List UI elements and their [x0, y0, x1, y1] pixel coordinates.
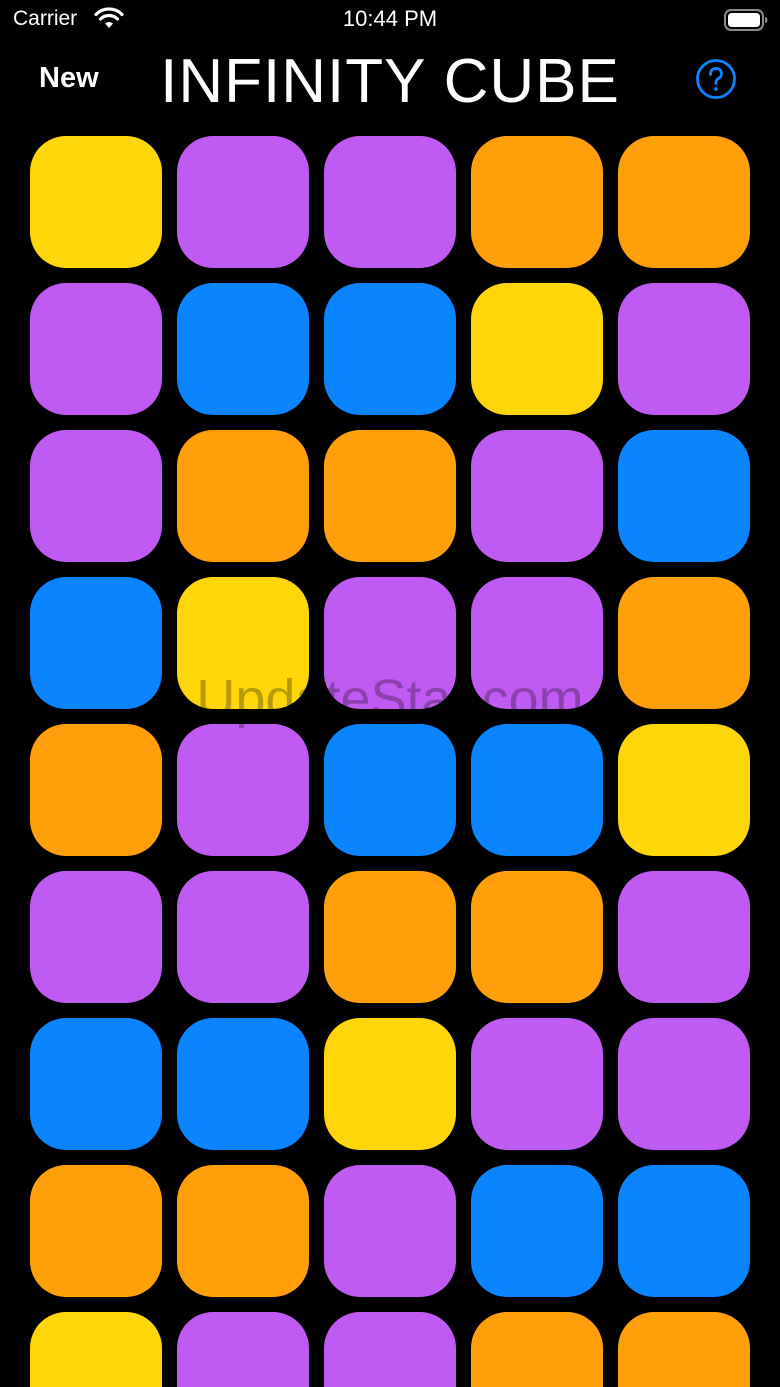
tile-purple[interactable]: [618, 283, 750, 415]
status-bar: Carrier 10:44 PM: [0, 0, 780, 40]
tile-purple[interactable]: [618, 1018, 750, 1150]
tile-yellow[interactable]: [177, 577, 309, 709]
tile-orange[interactable]: [471, 136, 603, 268]
tile-blue[interactable]: [618, 1165, 750, 1297]
tile-purple[interactable]: [618, 871, 750, 1003]
tile-yellow[interactable]: [471, 283, 603, 415]
battery-icon: [724, 9, 768, 31]
tile-orange[interactable]: [471, 1312, 603, 1387]
tile-orange[interactable]: [177, 430, 309, 562]
tile-blue[interactable]: [324, 283, 456, 415]
tile-purple[interactable]: [177, 871, 309, 1003]
tile-purple[interactable]: [324, 1165, 456, 1297]
nav-bar: New INFINITY CUBE: [0, 40, 780, 124]
tile-orange[interactable]: [324, 430, 456, 562]
tile-orange[interactable]: [618, 577, 750, 709]
tile-orange[interactable]: [30, 724, 162, 856]
tile-orange[interactable]: [324, 871, 456, 1003]
tile-yellow[interactable]: [30, 136, 162, 268]
tile-purple[interactable]: [177, 136, 309, 268]
tile-blue[interactable]: [30, 577, 162, 709]
tile-purple[interactable]: [324, 136, 456, 268]
tile-purple[interactable]: [471, 577, 603, 709]
tile-orange[interactable]: [471, 871, 603, 1003]
game-board: [30, 136, 750, 1387]
tile-orange[interactable]: [618, 136, 750, 268]
tile-purple[interactable]: [177, 1312, 309, 1387]
tile-blue[interactable]: [177, 283, 309, 415]
tile-purple[interactable]: [177, 724, 309, 856]
tile-blue[interactable]: [177, 1018, 309, 1150]
tile-blue[interactable]: [324, 724, 456, 856]
tile-blue[interactable]: [471, 1165, 603, 1297]
tile-purple[interactable]: [471, 1018, 603, 1150]
tile-orange[interactable]: [618, 1312, 750, 1387]
tile-purple[interactable]: [30, 871, 162, 1003]
tile-purple[interactable]: [30, 430, 162, 562]
clock: 10:44 PM: [342, 6, 438, 31]
tile-purple[interactable]: [471, 430, 603, 562]
tile-blue[interactable]: [30, 1018, 162, 1150]
tile-yellow[interactable]: [618, 724, 750, 856]
tile-purple[interactable]: [30, 283, 162, 415]
tile-purple[interactable]: [324, 1312, 456, 1387]
tile-yellow[interactable]: [324, 1018, 456, 1150]
tile-purple[interactable]: [324, 577, 456, 709]
tile-orange[interactable]: [177, 1165, 309, 1297]
tile-blue[interactable]: [471, 724, 603, 856]
help-icon[interactable]: [695, 58, 737, 100]
tile-yellow[interactable]: [30, 1312, 162, 1387]
tile-blue[interactable]: [618, 430, 750, 562]
tile-orange[interactable]: [30, 1165, 162, 1297]
game-title: INFINITY CUBE: [160, 47, 620, 116]
